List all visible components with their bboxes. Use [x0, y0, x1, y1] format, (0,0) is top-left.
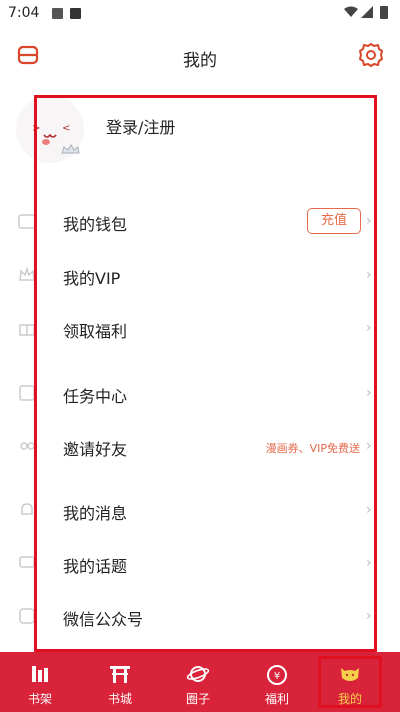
image-notification-icon — [52, 8, 63, 19]
menu-item-label: 我的消息 — [63, 504, 128, 523]
menu-item-label: 任务中心 — [63, 387, 128, 406]
invite-friends-icon — [20, 442, 35, 450]
chevron-right-icon: › — [366, 608, 372, 624]
invite-promo-hint: 漫画券、VIP免费送 — [265, 442, 360, 455]
gift-icon — [19, 324, 35, 336]
tab-bookshelf[interactable]: 书架 — [5, 652, 75, 712]
signal-icon — [361, 6, 373, 18]
bottom-tab-bar: 书架 书城 圈子 ¥ 福利 我的 — [0, 652, 400, 712]
chevron-right-icon: › — [366, 213, 372, 229]
tab-label: 圈子 — [185, 692, 210, 706]
tab-label: 书架 — [27, 692, 52, 706]
status-bar: 7:04 — [0, 0, 400, 30]
highlight-box — [318, 656, 382, 708]
tab-bookstore[interactable]: 书城 — [85, 652, 155, 712]
menu-item-invite[interactable]: 邀请好友 漫画券、VIP免费送 › — [0, 426, 400, 466]
menu-item-vip[interactable]: 我的VIP › — [0, 255, 400, 295]
menu-item-messages[interactable]: 我的消息 › — [0, 490, 400, 530]
tab-label: 书城 — [107, 692, 132, 706]
default-avatar-face-icon: > < — [32, 123, 80, 154]
menu-item-tasks[interactable]: 任务中心 › — [0, 373, 400, 413]
vip-crown-icon — [19, 266, 35, 281]
status-time: 7:04 — [8, 5, 40, 21]
bell-icon — [21, 503, 33, 515]
menu-item-label: 我的VIP — [63, 269, 121, 288]
bookshelf-icon — [32, 666, 48, 682]
top-header: 我的 — [0, 30, 400, 80]
wifi-icon — [344, 6, 358, 17]
menu-item-topics[interactable]: 我的话题 › — [0, 543, 400, 583]
menu-item-label: 我的话题 — [63, 557, 128, 576]
wallet-icon — [18, 214, 36, 229]
recharge-button[interactable]: 充值 — [307, 208, 361, 234]
svg-text:¥: ¥ — [274, 671, 280, 682]
planet-icon — [186, 666, 210, 682]
tab-circle[interactable]: 圈子 — [163, 652, 233, 712]
login-register-link[interactable]: 登录/注册 — [106, 114, 175, 138]
menu-item-label: 微信公众号 — [63, 610, 144, 629]
menu-item-label: 领取福利 — [63, 322, 128, 341]
chevron-right-icon: › — [366, 502, 372, 518]
app-notification-icon — [70, 8, 81, 19]
chevron-right-icon: › — [366, 267, 372, 283]
menu-item-benefits[interactable]: 领取福利 › — [0, 308, 400, 348]
chevron-right-icon: › — [366, 320, 372, 336]
wechat-icon — [19, 608, 35, 624]
task-list-icon — [19, 385, 35, 401]
tab-welfare[interactable]: ¥ 福利 — [242, 652, 312, 712]
chevron-right-icon: › — [366, 555, 372, 571]
chat-bubble-icon — [19, 556, 35, 568]
svg-text:<: < — [62, 123, 70, 134]
svg-text:>: > — [32, 123, 40, 134]
menu-item-label: 邀请好友 — [63, 440, 128, 459]
menu-item-label: 我的钱包 — [63, 215, 128, 234]
tab-label: 福利 — [264, 692, 289, 706]
coin-bag-icon: ¥ — [267, 665, 287, 685]
gear-icon[interactable] — [358, 42, 384, 68]
avatar[interactable]: > < — [16, 95, 84, 163]
menu-item-wallet[interactable]: 我的钱包 充值 › — [0, 201, 400, 241]
page-title: 我的 — [183, 51, 217, 71]
chevron-right-icon: › — [366, 385, 372, 401]
menu-item-wechat[interactable]: 微信公众号 › — [0, 596, 400, 636]
gate-icon — [110, 666, 130, 683]
chevron-right-icon: › — [366, 438, 372, 454]
battery-icon — [380, 6, 388, 19]
